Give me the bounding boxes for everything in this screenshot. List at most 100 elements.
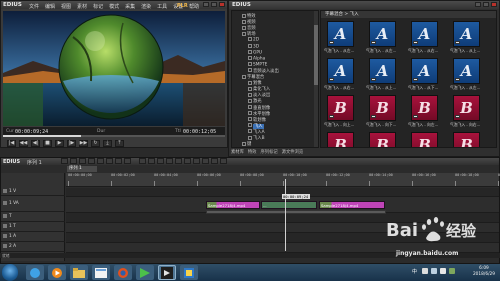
- transition-preset-tile[interactable]: B: [411, 132, 438, 147]
- minimize-icon[interactable]: [203, 2, 209, 7]
- track-lock-icon[interactable]: [3, 188, 7, 193]
- menu-item[interactable]: 采集: [125, 3, 135, 10]
- loop-icon[interactable]: ↻: [91, 139, 100, 147]
- expand-icon[interactable]: [248, 43, 252, 48]
- menu-item[interactable]: 模式: [109, 3, 119, 10]
- tree-item[interactable]: 飞入: [248, 123, 264, 129]
- tree-item[interactable]: 激光: [248, 98, 262, 104]
- expand-icon[interactable]: [248, 123, 252, 128]
- track-lock-icon[interactable]: [3, 200, 7, 205]
- transition-preset-tile[interactable]: A: [411, 58, 438, 84]
- tree-item[interactable]: 字幕混合: [242, 74, 264, 80]
- timeline-tool-icon[interactable]: [106, 158, 113, 164]
- timeline-tool-icon[interactable]: [202, 158, 209, 164]
- track-header[interactable]: 1 T: [1, 222, 65, 232]
- timeline-ruler[interactable]: 00:00:00;00 00:00:02;00 00:00:04;00 00:00:0…: [66, 173, 500, 187]
- tree-item[interactable]: 淡入淡出: [248, 92, 270, 98]
- play-icon[interactable]: ▶: [55, 139, 64, 147]
- close-icon[interactable]: [491, 2, 497, 7]
- track-header[interactable]: 2 A: [1, 242, 65, 252]
- transition-preset-tile[interactable]: B: [369, 95, 396, 121]
- expand-icon[interactable]: [248, 49, 252, 54]
- transition-preset-tile[interactable]: A: [369, 58, 396, 84]
- track-header[interactable]: 1 VA: [1, 196, 65, 212]
- timeline-tool-icon[interactable]: [61, 158, 68, 164]
- track-lock-icon[interactable]: [3, 213, 7, 218]
- media-player-icon[interactable]: [48, 265, 66, 280]
- timeline-tool-icon[interactable]: [166, 158, 173, 164]
- explorer-icon[interactable]: [92, 265, 110, 280]
- tree-item[interactable]: 划像: [248, 80, 262, 86]
- expand-icon[interactable]: [248, 61, 252, 66]
- tree-item[interactable]: 转场: [242, 31, 256, 37]
- tree-item[interactable]: 3D: [248, 43, 259, 50]
- network-icon[interactable]: [431, 268, 437, 274]
- menu-item[interactable]: 文件: [29, 3, 39, 10]
- menu-item[interactable]: 工具: [157, 3, 167, 10]
- fast-forward-icon[interactable]: ▶▶: [79, 139, 88, 147]
- taskbar-clock[interactable]: 6:09 2018/6/29: [473, 266, 495, 278]
- transition-preset-tile[interactable]: A: [411, 21, 438, 47]
- tree-item[interactable]: 飞入A: [248, 129, 265, 135]
- track-lock-icon[interactable]: [3, 223, 7, 228]
- transition-preset-tile[interactable]: B: [453, 132, 480, 147]
- timeline-tool-icon[interactable]: [115, 158, 122, 164]
- tree-item[interactable]: 视频: [242, 19, 256, 25]
- transition-preset-tile[interactable]: A: [453, 21, 480, 47]
- timeline-tool-icon[interactable]: [79, 158, 86, 164]
- menu-item[interactable]: 素材: [77, 3, 87, 10]
- set-in-icon[interactable]: ⤓: [103, 139, 112, 147]
- tree-item[interactable]: GPU: [248, 49, 262, 56]
- expand-icon[interactable]: [242, 74, 246, 79]
- expand-icon[interactable]: [242, 31, 246, 36]
- step-back-icon[interactable]: ◀|: [31, 139, 40, 147]
- transition-preset-tile[interactable]: B: [327, 132, 354, 147]
- transition-preset-tile[interactable]: B: [411, 95, 438, 121]
- stop-icon[interactable]: ■: [43, 139, 52, 147]
- tree-item[interactable]: Alpha: [248, 55, 265, 62]
- timeline-tool-icon[interactable]: [70, 158, 77, 164]
- transition-preset-tile[interactable]: A: [369, 21, 396, 47]
- timeline-clip[interactable]: Sample2718/4.mp4: [319, 201, 385, 209]
- flag-icon[interactable]: [422, 268, 428, 274]
- tree-scrollbar[interactable]: [314, 11, 318, 147]
- expand-icon[interactable]: [248, 117, 252, 122]
- effects-tab[interactable]: 源文件浏览: [282, 149, 303, 155]
- tree-item[interactable]: 柔化飞入: [248, 86, 270, 92]
- player-scrub-bar[interactable]: [3, 135, 225, 137]
- expand-icon[interactable]: [248, 135, 252, 140]
- expand-icon[interactable]: [242, 25, 246, 30]
- tree-item[interactable]: 软划像: [248, 117, 266, 123]
- timeline-tool-icon[interactable]: [97, 158, 104, 164]
- expand-icon[interactable]: [242, 13, 246, 18]
- go-start-icon[interactable]: |◀: [7, 139, 16, 147]
- edius-taskbar-icon[interactable]: [158, 265, 176, 280]
- expand-icon[interactable]: [248, 111, 252, 116]
- timeline-tool-icon[interactable]: [148, 158, 155, 164]
- preview-monitor[interactable]: [3, 11, 225, 126]
- tree-item[interactable]: SMPTE: [248, 61, 267, 68]
- expand-icon[interactable]: [248, 92, 252, 97]
- effects-tab[interactable]: 序列标记: [260, 149, 277, 155]
- menu-item[interactable]: 渲染: [141, 3, 151, 10]
- sequence-tab[interactable]: 序列 1: [67, 166, 97, 172]
- timeline-tool-icon[interactable]: [157, 158, 164, 164]
- maximize-icon[interactable]: [483, 2, 489, 7]
- transition-preset-tile[interactable]: B: [369, 132, 396, 147]
- tree-item[interactable]: 音频淡入淡出: [248, 68, 279, 74]
- tree-item[interactable]: 2D: [248, 37, 259, 43]
- media-icon[interactable]: [136, 265, 154, 280]
- tree-item[interactable]: 键: [242, 141, 251, 147]
- timeline-tool-icon[interactable]: [175, 158, 182, 164]
- ie-icon[interactable]: [26, 265, 44, 280]
- start-button[interactable]: [2, 264, 18, 281]
- timeline-clip[interactable]: Sample2718/4.mp4: [206, 201, 260, 209]
- transition-preset-tile[interactable]: B: [327, 95, 354, 121]
- minimize-icon[interactable]: [475, 2, 481, 7]
- tree-item[interactable]: 特效: [242, 13, 256, 19]
- timeline-tool-icon[interactable]: [184, 158, 191, 164]
- expand-icon[interactable]: [242, 141, 246, 146]
- playhead[interactable]: [285, 179, 286, 251]
- volume-icon[interactable]: [440, 268, 446, 274]
- tree-item[interactable]: 水平划像: [248, 111, 270, 117]
